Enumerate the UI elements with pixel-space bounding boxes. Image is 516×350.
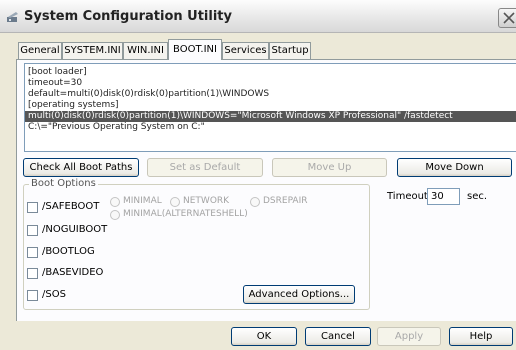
close-button[interactable]	[498, 8, 516, 28]
minimal-radio-label: MINIMAL	[123, 196, 162, 206]
system-configuration-window: System Configuration Utility General SYS…	[0, 0, 516, 350]
safeboot-checkbox[interactable]	[27, 202, 38, 213]
noguiboot-checkbox[interactable]	[27, 225, 38, 236]
timeout-label: Timeout:	[387, 191, 432, 202]
cancel-button[interactable]: Cancel	[305, 327, 371, 346]
close-icon	[503, 12, 515, 24]
network-radio[interactable]	[170, 197, 180, 207]
tab-system-ini[interactable]: SYSTEM.INI	[62, 42, 123, 59]
ini-line[interactable]: default=multi(0)disk(0)rdisk(0)partition…	[28, 89, 269, 100]
basevideo-label: /BASEVIDEO	[42, 267, 104, 278]
help-button[interactable]: Help	[449, 327, 513, 346]
ok-button[interactable]: OK	[231, 327, 297, 346]
tab-startup[interactable]: Startup	[269, 42, 311, 59]
noguiboot-label: /NOGUIBOOT	[42, 224, 108, 235]
boot-ini-textbox[interactable]: [boot loader] timeout=30 default=multi(0…	[24, 63, 516, 152]
ini-line[interactable]: timeout=30	[28, 78, 82, 89]
check-all-boot-paths-button[interactable]: Check All Boot Paths	[23, 158, 139, 177]
tab-win-ini[interactable]: WIN.INI	[123, 42, 168, 59]
bootlog-label: /BOOTLOG	[42, 246, 95, 257]
basevideo-checkbox[interactable]	[27, 268, 38, 279]
msconfig-app-icon	[6, 10, 20, 24]
tab-boot-ini[interactable]: BOOT.INI	[168, 39, 222, 60]
title-bar[interactable]: System Configuration Utility	[0, 0, 516, 33]
sos-label: /SOS	[42, 289, 66, 300]
minimal-radio[interactable]	[110, 197, 120, 207]
timeout-unit: sec.	[467, 191, 488, 202]
minimal-alternateshell-radio-label: MINIMAL(ALTERNATESHELL)	[123, 209, 248, 219]
ini-line[interactable]: C:\="Previous Operating System on C:"	[28, 122, 205, 133]
timeout-input[interactable]	[427, 188, 460, 205]
set-as-default-button[interactable]: Set as Default	[147, 158, 263, 177]
bootlog-checkbox[interactable]	[27, 247, 38, 258]
ini-line[interactable]: [boot loader]	[28, 67, 87, 78]
tab-general[interactable]: General	[18, 42, 62, 59]
network-radio-label: NETWORK	[183, 196, 230, 206]
dsrepair-radio-label: DSREPAIR	[263, 196, 308, 206]
move-down-button[interactable]: Move Down	[397, 158, 512, 177]
ini-line[interactable]: [operating systems]	[28, 100, 119, 111]
move-up-button[interactable]: Move Up	[272, 158, 387, 177]
minimal-alternateshell-radio[interactable]	[110, 210, 120, 220]
sos-checkbox[interactable]	[27, 290, 38, 301]
tab-services[interactable]: Services	[222, 42, 269, 59]
boot-options-label: Boot Options	[29, 178, 98, 189]
ini-line-selected[interactable]: multi(0)disk(0)rdisk(0)partition(1)\WIND…	[25, 111, 516, 122]
safeboot-label: /SAFEBOOT	[42, 201, 100, 212]
advanced-options-button[interactable]: Advanced Options...	[243, 285, 355, 304]
apply-button[interactable]: Apply	[377, 327, 441, 346]
dsrepair-radio[interactable]	[250, 197, 260, 207]
window-title: System Configuration Utility	[24, 9, 232, 24]
